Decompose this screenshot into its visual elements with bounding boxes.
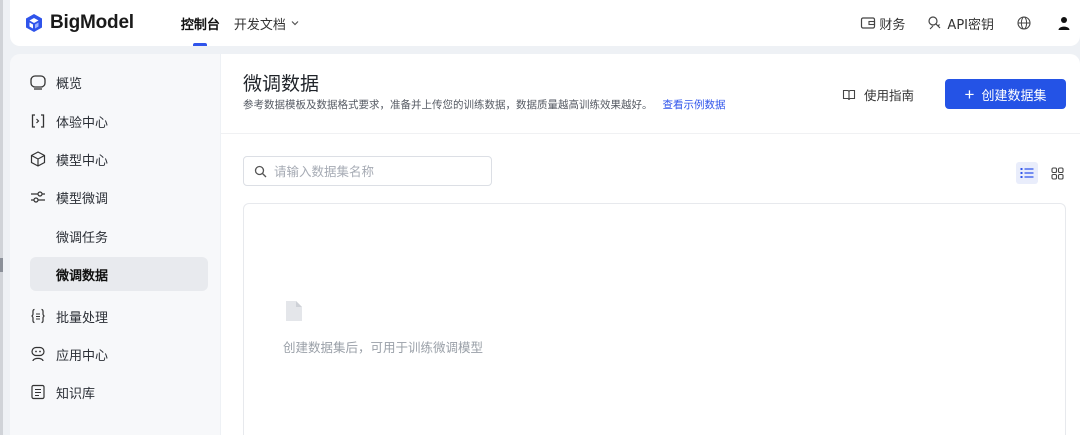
sidebar-item-experience-label: 体验中心 [56, 115, 109, 131]
globe-icon [1017, 16, 1031, 30]
search-icon [254, 165, 267, 177]
sidebar-item-finetune-label: 模型微调 [56, 191, 109, 207]
page-title: 微调数据 [243, 73, 320, 95]
sidebar-item-knowledge[interactable]: 知识库 [10, 374, 220, 410]
top-right-actions: 财务 API密钥 [838, 0, 1080, 46]
sidebar-subitem-finetune-data-label: 微调数据 [56, 268, 109, 284]
chat-bubble-icon [29, 73, 47, 91]
top-navigation-bar: BigModel 控制台 开发文档 财务 API密钥 [10, 0, 1080, 46]
sidebar-item-apps-label: 应用中心 [56, 348, 109, 364]
dataset-search-box[interactable] [243, 156, 492, 186]
sidebar-item-batch[interactable]: 批量处理 [10, 298, 220, 334]
topnav-console[interactable]: 控制台 [181, 0, 220, 46]
bigmodel-logo-icon [26, 14, 42, 32]
book-icon [29, 383, 47, 401]
scroll-handle[interactable] [0, 258, 3, 272]
sidebar-item-models[interactable]: 模型中心 [10, 141, 220, 177]
sidebar-subitem-finetune-tasks[interactable]: 微调任务 [30, 219, 208, 253]
sidebar-subitem-finetune-data[interactable]: 微调数据 [30, 257, 208, 291]
window-left-edge [0, 0, 3, 435]
plus-icon: + [964, 84, 975, 104]
braces-icon [29, 307, 47, 325]
sidebar-item-overview-label: 概览 [56, 76, 83, 92]
sidebar-subitem-finetune-tasks-label: 微调任务 [56, 230, 109, 246]
sidebar-item-apps[interactable]: 应用中心 [10, 336, 220, 372]
sidebar-item-models-label: 模型中心 [56, 153, 109, 169]
open-book-icon [842, 89, 856, 100]
sidebar-item-overview[interactable]: 概览 [10, 64, 220, 100]
header-divider [221, 133, 1080, 134]
cube-icon [29, 150, 47, 168]
search-input[interactable] [274, 163, 474, 179]
empty-state-text: 创建数据集后，可用于训练微调模型 [283, 340, 484, 355]
create-dataset-button[interactable]: + 创建数据集 [945, 79, 1066, 109]
user-menu[interactable] [1057, 15, 1074, 31]
brand-logo[interactable]: BigModel [24, 12, 134, 34]
robot-icon [29, 345, 47, 363]
grid-icon [1050, 166, 1064, 180]
sidebar-item-finetune[interactable]: 模型微调 [10, 179, 220, 215]
page-description-text: 参考数据模板及数据格式要求，准备并上传您的训练数据，数据质量越高训练效果越好。 [243, 99, 653, 111]
top-nav: 控制台 开发文档 [181, 0, 314, 46]
sidebar-item-batch-label: 批量处理 [56, 310, 109, 326]
bracket-icon [29, 112, 47, 130]
main-content: 微调数据 参考数据模板及数据格式要求，准备并上传您的训练数据，数据质量越高训练效… [221, 54, 1080, 435]
finance-label: 财务 [879, 17, 906, 33]
topnav-console-label: 控制台 [180, 17, 220, 33]
dataset-list-panel: 创建数据集后，可用于训练微调模型 [243, 203, 1066, 435]
key-icon [928, 16, 941, 30]
list-icon [1020, 168, 1034, 178]
grid-view-toggle[interactable] [1046, 162, 1068, 184]
api-key-link[interactable]: API密钥 [927, 14, 994, 33]
list-view-toggle[interactable] [1016, 162, 1038, 184]
api-key-label: API密钥 [947, 17, 994, 33]
finance-link[interactable]: 财务 [860, 14, 905, 33]
wallet-icon [861, 17, 876, 29]
empty-file-icon [286, 301, 302, 321]
topnav-docs-label: 开发文档 [233, 17, 286, 33]
sidebar-item-knowledge-label: 知识库 [56, 386, 96, 402]
user-guide-label: 使用指南 [864, 88, 915, 103]
create-dataset-label: 创建数据集 [981, 87, 1047, 103]
page-description: 参考数据模板及数据格式要求，准备并上传您的训练数据，数据质量越高训练效果越好。查… [243, 97, 726, 112]
view-example-link[interactable]: 查看示例数据 [663, 99, 726, 111]
user-guide-button[interactable]: 使用指南 [842, 85, 914, 104]
language-button[interactable] [1016, 15, 1035, 31]
sliders-icon [29, 188, 47, 206]
brand-name: BigModel [50, 12, 134, 33]
topnav-docs[interactable]: 开发文档 [234, 0, 300, 46]
sidebar: 概览 体验中心 模型中心 模型微调 微调任务 微调数据 批量处理 应用中心 知识… [10, 54, 220, 435]
chevron-down-icon [291, 21, 299, 26]
user-icon [1058, 17, 1070, 30]
sidebar-item-experience[interactable]: 体验中心 [10, 103, 220, 139]
